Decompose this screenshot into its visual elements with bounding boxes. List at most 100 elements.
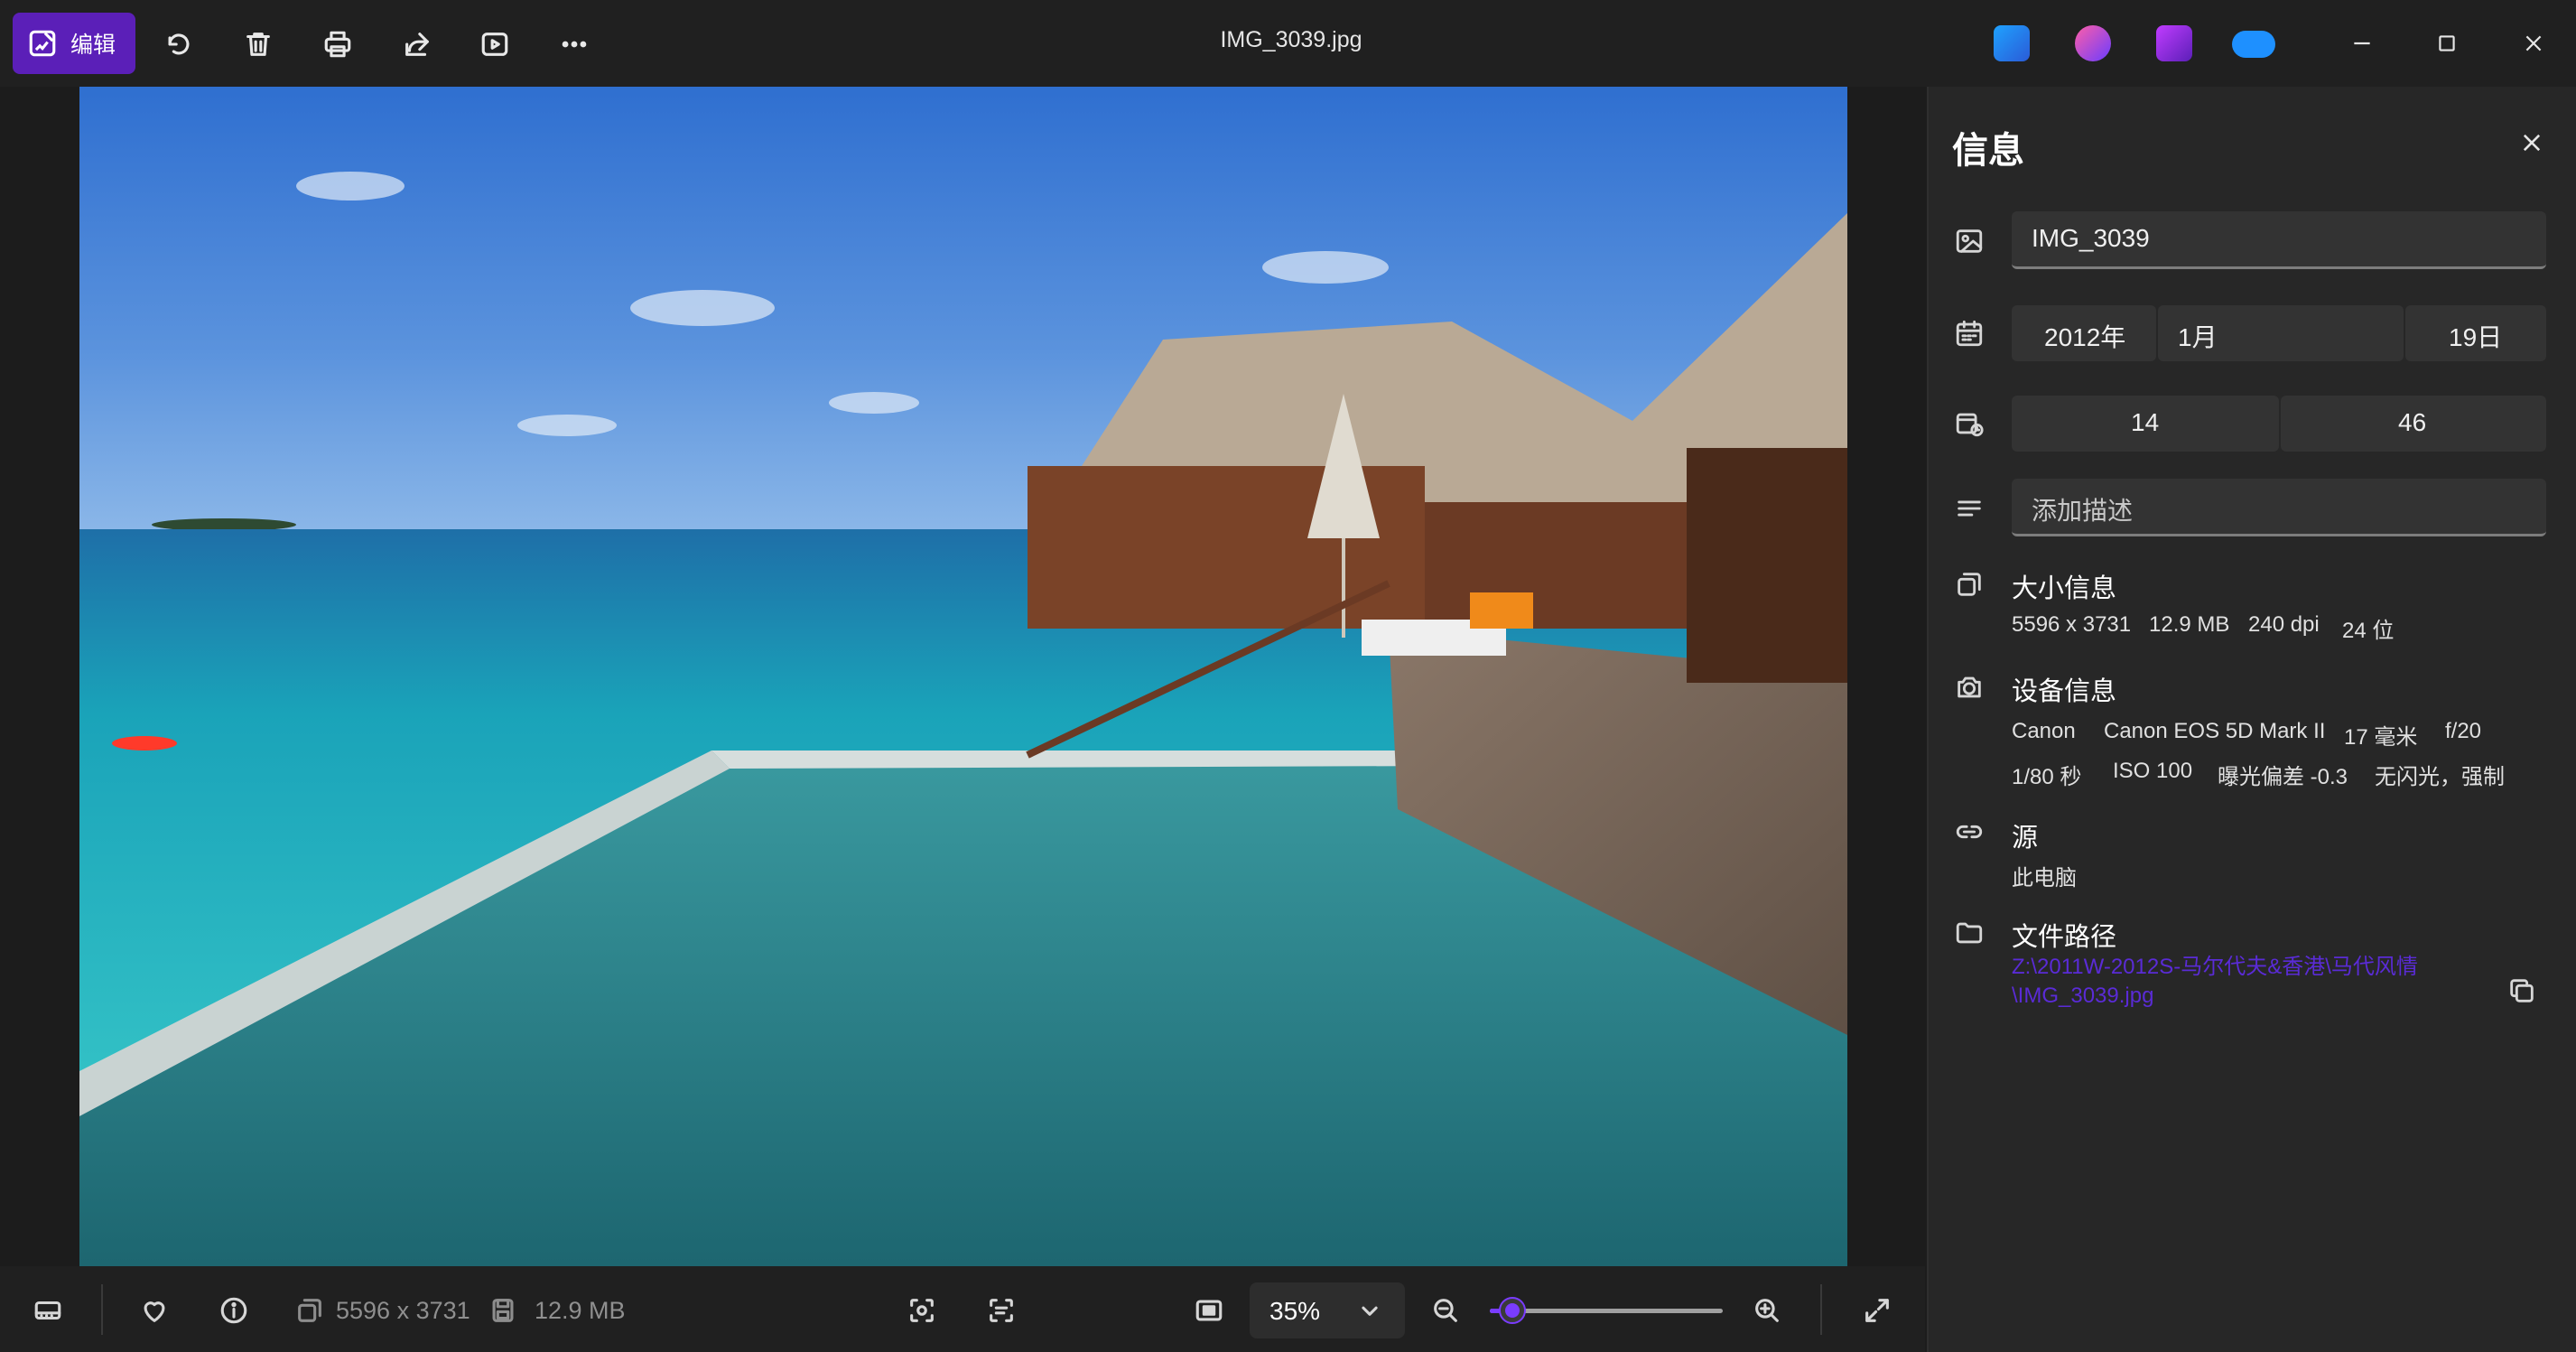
photo[interactable] [79, 87, 1847, 1266]
file-size-text: 12.9 MB [535, 1297, 626, 1324]
file-name-value: IMG_3039 [2032, 224, 2150, 252]
description-icon [1950, 490, 1988, 527]
minimize-icon [2354, 42, 2370, 45]
info-panel-title: 信息 [1952, 131, 2024, 171]
rotate-icon [168, 33, 190, 55]
visual-search-button[interactable] [901, 1290, 943, 1331]
date-month-value: 1月 [2178, 323, 2218, 351]
source-section-title: 源 [2012, 824, 2039, 853]
favorite-button[interactable] [134, 1290, 175, 1331]
copy-icon [2510, 979, 2534, 1002]
file-path-line2: \IMG_3039.jpg [2012, 984, 2154, 1008]
visual-search-icon [910, 1299, 934, 1322]
share-icon [405, 33, 429, 56]
image-icon [1950, 222, 1988, 260]
info-close-button[interactable] [2512, 123, 2552, 163]
description-placeholder: 添加描述 [2032, 497, 2134, 525]
link-icon [1950, 813, 1988, 851]
calendar-icon [1950, 314, 1988, 352]
time-hour-value: 14 [2131, 408, 2160, 436]
size-dpi: 240 dpi [2248, 612, 2320, 637]
device-model: Canon EOS 5D Mark II [2104, 719, 2326, 743]
maximize-button[interactable] [2420, 20, 2474, 67]
edit-label: 编辑 [70, 33, 116, 58]
fullscreen-button[interactable] [1856, 1290, 1898, 1331]
rotate-button[interactable] [152, 18, 206, 70]
device-iso: ISO 100 [2113, 759, 2193, 783]
delete-button[interactable] [231, 18, 285, 70]
more-button[interactable] [547, 18, 601, 70]
device-focal-length: 17 毫米 [2344, 725, 2418, 750]
dimensions-icon [289, 1290, 330, 1331]
clipchamp-app-icon[interactable] [2156, 25, 2192, 61]
close-icon [2525, 35, 2542, 51]
size-dimensions: 5596 x 3731 [2012, 612, 2132, 637]
trash-icon [246, 33, 270, 56]
dimensions-text: 5596 x 3731 [336, 1297, 470, 1324]
device-flash: 无闪光，强制 [2375, 765, 2505, 789]
fit-to-window-button[interactable] [1188, 1290, 1230, 1331]
size-bit-depth: 24 位 [2342, 619, 2395, 643]
scan-text-icon [990, 1299, 1013, 1322]
size-info-icon [1950, 565, 1988, 603]
printer-icon [324, 31, 351, 58]
file-path-link[interactable]: Z:\2011W-2012S-马尔代夫&香港\马代风情 \IMG_3039.jp… [2012, 953, 2445, 1011]
close-icon [2523, 134, 2541, 152]
minimize-button[interactable] [2335, 20, 2389, 67]
filmstrip-icon [34, 1301, 61, 1320]
print-button[interactable] [311, 18, 365, 70]
maximize-icon [2439, 35, 2455, 51]
path-section-title: 文件路径 [2012, 923, 2117, 952]
window-title: IMG_3039.jpg [1220, 27, 1362, 52]
fit-window-icon [1195, 1300, 1223, 1321]
file-name-field[interactable]: IMG_3039 [2012, 211, 2546, 269]
edit-image-icon [29, 30, 56, 57]
slideshow-button[interactable] [468, 18, 522, 70]
divider [1820, 1284, 1822, 1335]
size-section-title: 大小信息 [2012, 574, 2117, 603]
date-day-value: 19日 [2449, 323, 2503, 351]
edit-button[interactable]: 编辑 [13, 13, 135, 74]
time-minute-field[interactable]: 46 [2281, 396, 2546, 452]
chevron-down-icon [1362, 1306, 1378, 1316]
designer-app-icon[interactable] [1994, 25, 2030, 61]
device-shutter: 1/80 秒 [2012, 765, 2082, 789]
clock-calendar-icon [1950, 405, 1988, 443]
time-minute-value: 46 [2398, 408, 2427, 436]
close-window-button[interactable] [2506, 20, 2561, 67]
device-exposure-bias: 曝光偏差 -0.3 [2218, 765, 2348, 789]
divider [101, 1284, 103, 1335]
more-icon [562, 41, 587, 48]
folder-icon [1950, 914, 1988, 952]
share-button[interactable] [390, 18, 444, 70]
device-section-title: 设备信息 [2012, 677, 2117, 706]
date-year-field[interactable]: 2012年 [2012, 305, 2156, 361]
zoom-in-icon [1755, 1299, 1779, 1322]
play-icon [481, 33, 508, 56]
date-month-field[interactable]: 1月 [2158, 305, 2404, 361]
zoom-value: 35% [1269, 1297, 1321, 1325]
source-value: 此电脑 [2012, 866, 2077, 890]
zoom-dropdown-chevron[interactable] [1349, 1290, 1390, 1331]
zoom-in-button[interactable] [1746, 1290, 1788, 1331]
size-file-size: 12.9 MB [2149, 612, 2230, 637]
zoom-out-button[interactable] [1425, 1290, 1466, 1331]
filmstrip-button[interactable] [27, 1290, 69, 1331]
file-size-icon [482, 1290, 524, 1331]
maldives-pool-photo [79, 87, 1847, 1266]
device-aperture: f/20 [2445, 719, 2482, 743]
date-year-value: 2012年 [2044, 323, 2126, 351]
heart-icon [144, 1301, 165, 1322]
expand-icon [1865, 1299, 1889, 1322]
info-button[interactable] [213, 1290, 255, 1331]
scan-text-button[interactable] [981, 1290, 1022, 1331]
date-day-field[interactable]: 19日 [2405, 305, 2546, 361]
copy-path-button[interactable] [2503, 972, 2541, 1010]
copilot-app-icon[interactable] [2075, 25, 2111, 61]
file-path-line1: Z:\2011W-2012S-马尔代夫&香港\马代风情 [2012, 955, 2418, 979]
description-field[interactable]: 添加描述 [2012, 479, 2546, 536]
onedrive-icon[interactable] [2232, 31, 2275, 58]
device-make: Canon [2012, 719, 2076, 743]
time-hour-field[interactable]: 14 [2012, 396, 2279, 452]
camera-icon [1950, 668, 1988, 706]
